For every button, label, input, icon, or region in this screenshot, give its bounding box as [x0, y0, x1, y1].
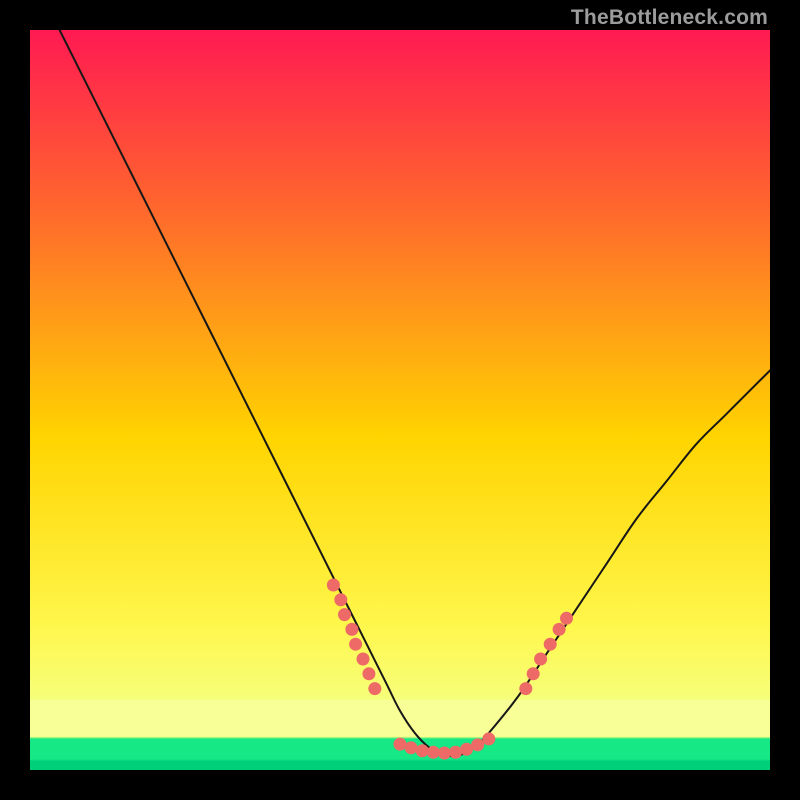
marker-dot: [544, 638, 557, 651]
marker-dot: [560, 612, 573, 625]
marker-dot: [334, 593, 347, 606]
marker-dot: [416, 744, 429, 757]
marker-dot: [482, 732, 495, 745]
marker-dot: [349, 638, 362, 651]
marker-dot: [405, 741, 418, 754]
watermark-text: TheBottleneck.com: [571, 6, 768, 30]
pale-band: [30, 700, 770, 737]
gradient-background: [30, 30, 770, 770]
marker-dot: [357, 653, 370, 666]
marker-dot: [345, 623, 358, 636]
marker-dot: [327, 579, 340, 592]
plot-area: [30, 30, 770, 770]
marker-dot: [368, 682, 381, 695]
marker-dot: [460, 743, 473, 756]
marker-dot: [534, 653, 547, 666]
plot-inner: [30, 30, 770, 770]
marker-dot: [362, 667, 375, 680]
marker-dot: [553, 623, 566, 636]
chart-svg: [30, 30, 770, 770]
marker-dot: [449, 746, 462, 759]
marker-dot: [438, 746, 451, 759]
marker-dot: [527, 667, 540, 680]
chart-root: TheBottleneck.com: [0, 0, 800, 800]
marker-dot: [394, 738, 407, 751]
marker-dot: [471, 738, 484, 751]
marker-dot: [427, 746, 440, 759]
marker-dot: [519, 682, 532, 695]
marker-dot: [338, 608, 351, 621]
